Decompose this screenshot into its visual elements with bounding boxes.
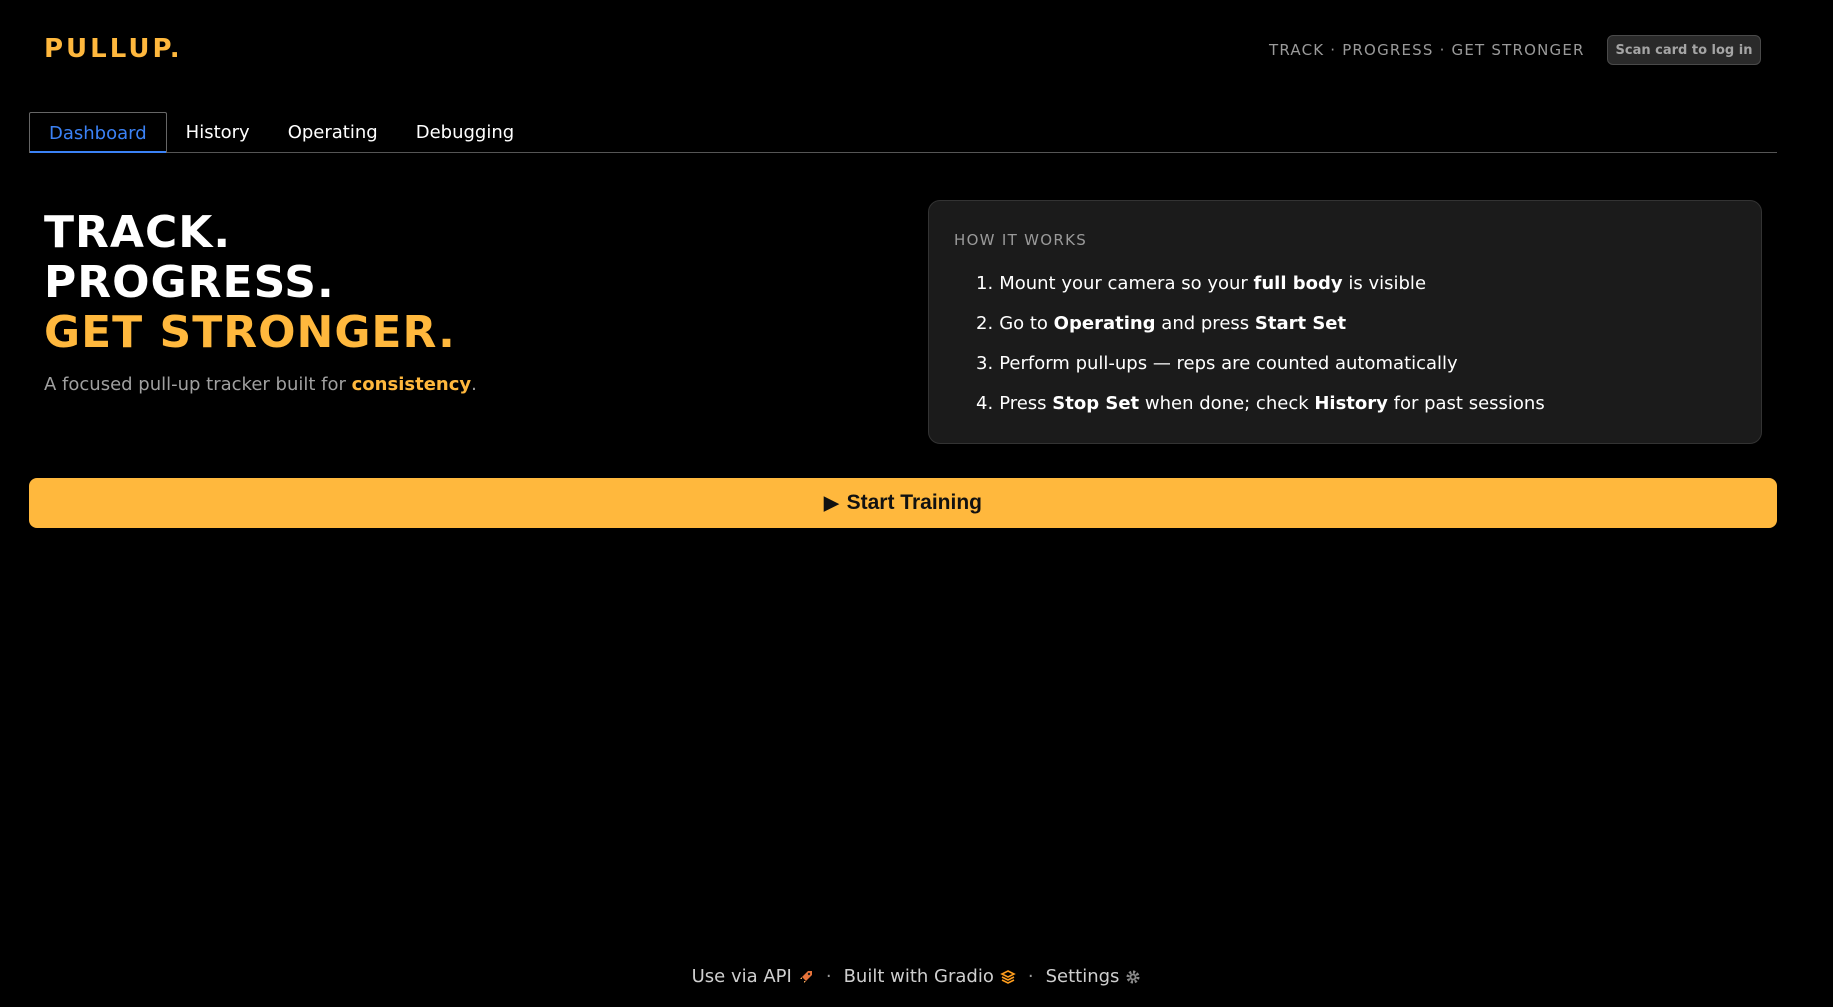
hero-subtitle: A focused pull-up tracker built for cons… bbox=[44, 374, 477, 395]
rocket-icon bbox=[798, 969, 814, 985]
hero-line-progress: PROGRESS. bbox=[44, 257, 335, 308]
step-text-bold: Stop Set bbox=[1052, 392, 1140, 414]
hero-line-get-stronger: GET STRONGER. bbox=[44, 307, 456, 358]
step-text-part: when done; check bbox=[1139, 392, 1315, 414]
use-via-api-label: Use via API bbox=[691, 966, 792, 987]
subtitle-prefix: A focused pull-up tracker built for bbox=[44, 374, 352, 395]
step-text-part: Press bbox=[999, 392, 1053, 414]
how-it-works-step: 2. Go to Operating and press Start Set bbox=[954, 303, 1736, 343]
header-tagline: TRACK · PROGRESS · GET STRONGER bbox=[1269, 41, 1585, 59]
footer-separator: · bbox=[825, 966, 832, 987]
scan-card-login-button[interactable]: Scan card to log in bbox=[1607, 35, 1761, 65]
how-it-works-step: 3. Perform pull-ups — reps are counted au… bbox=[954, 343, 1736, 383]
step-number: 4. bbox=[976, 392, 994, 414]
settings-link[interactable]: Settings bbox=[1046, 966, 1142, 987]
how-it-works-steps: 1. Mount your camera so your full body is… bbox=[954, 263, 1736, 423]
step-text-part: is visible bbox=[1342, 272, 1427, 294]
step-number: 1. bbox=[976, 272, 994, 294]
tab-history[interactable]: History bbox=[167, 112, 269, 152]
hero-line-track: TRACK. bbox=[44, 207, 232, 258]
footer-separator-2: · bbox=[1027, 966, 1034, 987]
gear-icon bbox=[1125, 969, 1141, 985]
use-via-api-link[interactable]: Use via API bbox=[692, 966, 814, 987]
step-text-part: Perform pull-ups — reps are counted auto… bbox=[999, 352, 1458, 374]
how-it-works-step: 4. Press Stop Set when done; check Histor… bbox=[954, 383, 1736, 423]
subtitle-highlight: consistency bbox=[351, 374, 472, 395]
how-it-works-card: HOW IT WORKS 1. Mount your camera so your… bbox=[928, 200, 1762, 444]
built-with-gradio-label: Built with Gradio bbox=[843, 966, 994, 987]
step-text-bold: Operating bbox=[1053, 312, 1156, 334]
app-logo: PULLUP. bbox=[44, 34, 183, 64]
step-text-part: and press bbox=[1155, 312, 1255, 334]
step-text-bold: Start Set bbox=[1254, 312, 1347, 334]
step-text-part: for past sessions bbox=[1387, 392, 1545, 414]
tab-operating[interactable]: Operating bbox=[269, 112, 397, 152]
footer: Use via API · Built with Gradio · Settin… bbox=[0, 966, 1833, 987]
step-text-bold: full body bbox=[1253, 272, 1343, 294]
step-text-part: Mount your camera so your bbox=[999, 272, 1254, 294]
start-training-label: Start Training bbox=[846, 491, 982, 514]
step-number: 3. bbox=[976, 352, 994, 374]
step-text-part: Go to bbox=[999, 312, 1054, 334]
tab-bar: Dashboard History Operating Debugging bbox=[29, 112, 1777, 153]
hero-section: TRACK. PROGRESS. GET STRONGER. A focused… bbox=[44, 207, 477, 396]
step-text: Press Stop Set when done; check History … bbox=[999, 393, 1545, 414]
built-with-gradio-link[interactable]: Built with Gradio bbox=[844, 966, 1016, 987]
step-text-bold: History bbox=[1314, 392, 1388, 414]
settings-label: Settings bbox=[1045, 966, 1120, 987]
step-number: 2. bbox=[976, 312, 994, 334]
play-icon: ▶ bbox=[824, 492, 839, 514]
how-it-works-title: HOW IT WORKS bbox=[954, 231, 1088, 249]
subtitle-suffix: . bbox=[471, 374, 477, 395]
step-text: Perform pull-ups — reps are counted auto… bbox=[999, 353, 1458, 374]
app-root: PULLUP. TRACK · PROGRESS · GET STRONGER … bbox=[0, 0, 1833, 1007]
step-text: Mount your camera so your full body is v… bbox=[999, 273, 1426, 294]
tab-dashboard[interactable]: Dashboard bbox=[29, 112, 167, 153]
gradio-logo-icon bbox=[1000, 969, 1016, 985]
step-text: Go to Operating and press Start Set bbox=[999, 313, 1346, 334]
how-it-works-step: 1. Mount your camera so your full body is… bbox=[954, 263, 1736, 303]
tab-debugging[interactable]: Debugging bbox=[397, 112, 533, 152]
start-training-button[interactable]: ▶ Start Training bbox=[29, 478, 1777, 528]
